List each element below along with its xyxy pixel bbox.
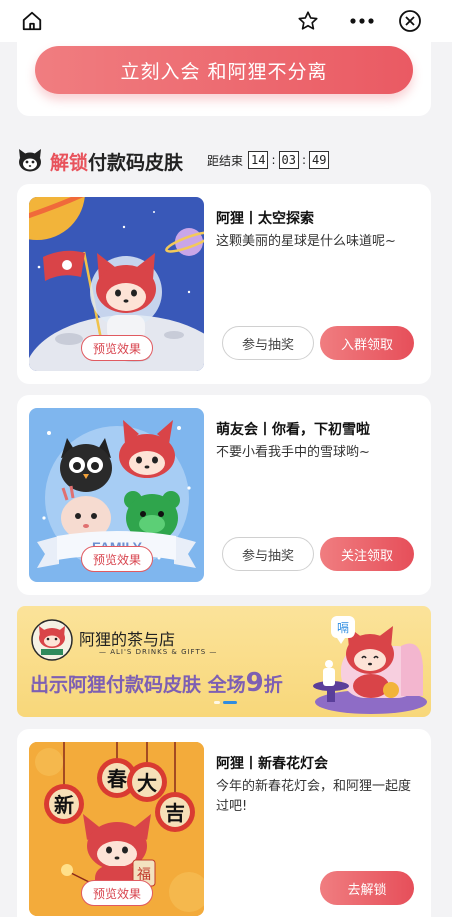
countdown-separator: : xyxy=(271,153,276,167)
countdown: 距结束 14 : 03 : 49 xyxy=(207,151,330,169)
lantern-char-3: 大 xyxy=(137,771,157,795)
section-title-rest: 付款码皮肤 xyxy=(88,152,184,174)
banner-illustration: 嗝 xyxy=(313,616,427,714)
lottery-button[interactable]: 参与抽奖 xyxy=(222,537,314,571)
card-title: 阿狸丨太空探索 xyxy=(216,211,314,227)
skin-card-spring: 新 春 大 吉 福 预览效果 阿狸丨新春花灯会 今年的新春花灯会，和阿狸一起度过… xyxy=(17,729,431,917)
countdown-seconds: 49 xyxy=(309,151,330,169)
star-icon[interactable] xyxy=(293,7,323,35)
banner-bubble-text: 嗝 xyxy=(337,621,349,635)
carousel-dot[interactable] xyxy=(214,701,220,704)
join-card: 立刻入会 和阿狸不分离 xyxy=(17,42,431,116)
banner-offer: 出示阿狸付款码皮肤 全场9折 xyxy=(30,668,283,698)
ali-tea-shop-logo-icon xyxy=(31,619,73,661)
follow-claim-button[interactable]: 关注领取 xyxy=(320,537,414,571)
page: 立刻入会 和阿狸不分离 解锁付款码皮肤 距结束 14 : 03 : 49 预览效… xyxy=(0,0,452,917)
banner-subtitle: — ALI'S DRINKS & GIFTS — xyxy=(99,648,218,656)
ali-fox-logo-icon xyxy=(19,149,41,172)
close-icon[interactable] xyxy=(395,7,425,35)
join-group-claim-button[interactable]: 入群领取 xyxy=(320,326,414,360)
skin-image-spring[interactable]: 新 春 大 吉 福 预览效果 xyxy=(29,742,204,916)
top-bar xyxy=(0,0,452,42)
lantern-char-4: 吉 xyxy=(165,801,185,825)
join-member-button[interactable]: 立刻入会 和阿狸不分离 xyxy=(35,46,413,94)
skin-card-snow: FAMILY 预览效果 萌友会丨你看，下初雪啦 不要小看我手中的雪球哟~ 参与抽… xyxy=(17,395,431,595)
card-desc: 不要小看我手中的雪球哟~ xyxy=(216,445,370,460)
banner-brand: 阿狸的茶与店 xyxy=(79,630,176,649)
section-title-highlight: 解锁 xyxy=(50,152,89,174)
home-icon[interactable] xyxy=(17,7,47,35)
banner-offer-number: 9 xyxy=(245,668,264,698)
countdown-label: 距结束 xyxy=(207,153,244,168)
lottery-button[interactable]: 参与抽奖 xyxy=(222,326,314,360)
unlock-button[interactable]: 去解锁 xyxy=(320,871,414,905)
countdown-separator: : xyxy=(301,153,307,167)
section-header: 解锁付款码皮肤 距结束 14 : 03 : 49 xyxy=(17,147,437,175)
preview-button[interactable]: 预览效果 xyxy=(81,546,153,572)
preview-button[interactable]: 预览效果 xyxy=(81,880,153,906)
skin-image-snow[interactable]: FAMILY 预览效果 xyxy=(29,408,204,582)
preview-button[interactable]: 预览效果 xyxy=(81,335,153,361)
banner-offer-text: 出示阿狸付款码皮肤 全场 xyxy=(30,674,246,696)
card-title: 萌友会丨你看，下初雪啦 xyxy=(216,422,370,438)
lantern-char-2: 春 xyxy=(106,767,128,791)
skin-card-space: 预览效果 阿狸丨太空探索 这颗美丽的星球是什么味道呢~ 参与抽奖 入群领取 xyxy=(17,184,431,384)
carousel-dots xyxy=(214,701,237,704)
countdown-hours: 14 xyxy=(248,151,269,169)
banner-offer-unit: 折 xyxy=(263,674,283,696)
carousel-dot-active[interactable] xyxy=(223,701,237,704)
card-desc: 今年的新春花灯会，和阿狸一起度过吧! xyxy=(216,779,412,814)
section-title: 解锁付款码皮肤 xyxy=(50,148,183,175)
card-desc: 这颗美丽的星球是什么味道呢~ xyxy=(216,234,396,249)
countdown-minutes: 03 xyxy=(278,151,299,169)
lantern-char-1: 新 xyxy=(54,793,74,817)
skin-image-space[interactable]: 预览效果 xyxy=(29,197,204,371)
more-icon[interactable] xyxy=(347,7,377,35)
card-title: 阿狸丨新春花灯会 xyxy=(216,756,328,772)
promo-banner[interactable]: 阿狸的茶与店 — ALI'S DRINKS & GIFTS — 出示阿狸付款码皮… xyxy=(17,606,431,717)
